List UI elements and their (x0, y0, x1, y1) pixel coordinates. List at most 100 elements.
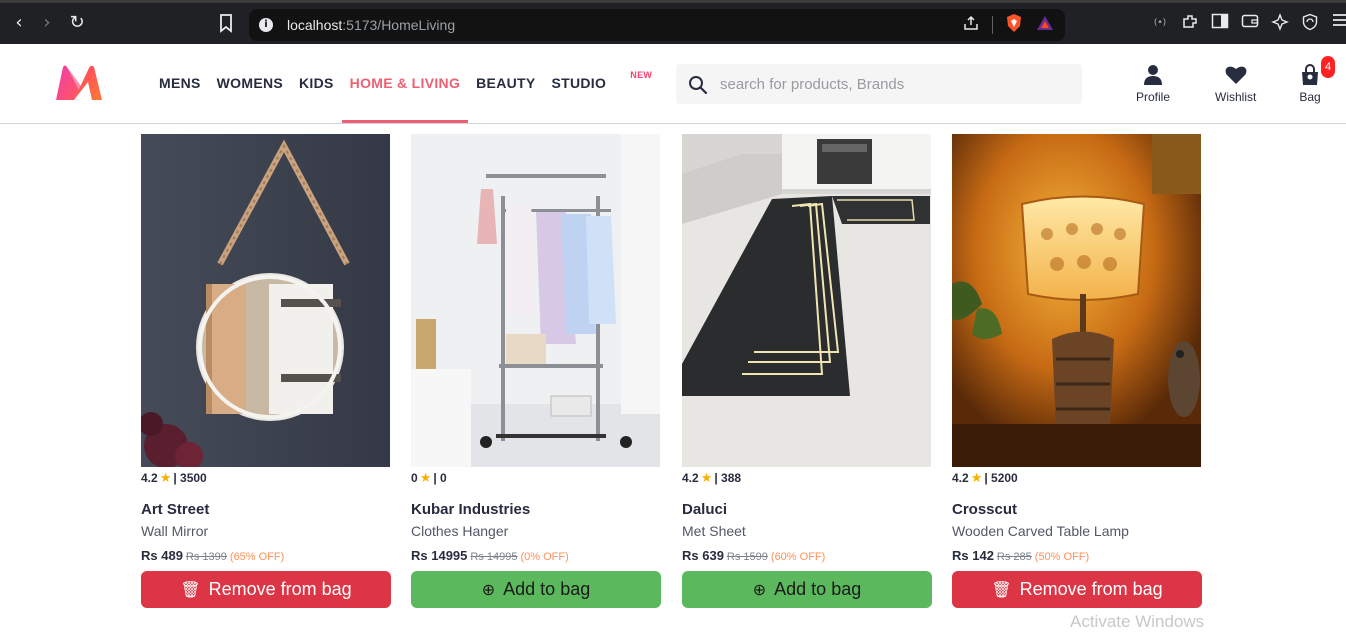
leo-ai-icon[interactable] (1270, 13, 1290, 33)
original-price: Rs 14995 (470, 551, 518, 563)
new-badge: NEW (630, 70, 653, 80)
nav-home-living[interactable]: HOME & LIVING (341, 44, 469, 123)
trash-icon: 🗑 (180, 580, 201, 599)
review-count: | 0 (433, 471, 447, 485)
button-label: Add to bag (774, 579, 862, 599)
product-image-table-lamp[interactable] (952, 134, 1201, 467)
search-input[interactable] (720, 64, 1070, 104)
search-icon[interactable] (688, 75, 708, 95)
bag-button[interactable]: Bag 4 (1299, 56, 1335, 104)
wallet-icon[interactable] (1240, 13, 1260, 33)
review-count: | 3500 (173, 471, 207, 485)
rating-value: 4.2 (682, 471, 699, 485)
product-brand: Kubar Industries (411, 501, 531, 518)
browser-toolbar: ‹ › ↻ i localhost:5173/HomeLiving (•) (0, 0, 1346, 44)
url-text[interactable]: localhost:5173/HomeLiving (287, 17, 455, 33)
product-image-wall-mirror[interactable] (141, 134, 390, 467)
current-price: Rs 14995 (411, 548, 468, 563)
product-type: Clothes Hanger (411, 523, 509, 539)
remove-from-bag-button[interactable]: 🗑 Remove from bag (141, 571, 391, 608)
reload-button[interactable]: ↻ (66, 12, 88, 34)
bag-count-badge: 4 (1321, 56, 1335, 78)
review-count: | 5200 (984, 471, 1018, 485)
search-bar (676, 64, 1082, 104)
star-icon: ★ (419, 471, 432, 486)
nav-kids[interactable]: KIDS (291, 44, 342, 123)
windows-activation-watermark: Activate Windows (1070, 612, 1205, 631)
bag-label: Bag (1299, 90, 1321, 104)
product-type: Met Sheet (682, 523, 746, 539)
discount: (50% OFF) (1034, 551, 1090, 563)
original-price: Rs 1399 (185, 551, 227, 563)
price-row: Rs 639 Rs 1599 (60% OFF) (682, 548, 825, 563)
plus-circle-icon: ⊕ (752, 580, 767, 599)
back-button[interactable]: ‹ (8, 12, 30, 34)
star-icon: ★ (970, 471, 983, 486)
url-path: :5173/HomeLiving (342, 17, 456, 33)
add-to-bag-button[interactable]: ⊕ Add to bag (411, 571, 661, 608)
button-label: Add to bag (503, 579, 591, 599)
rating: 4.2 ★ | 388 (682, 471, 741, 486)
bag-icon (1302, 64, 1318, 85)
button-label: Remove from bag (208, 579, 352, 599)
product-brand: Daluci (682, 501, 728, 518)
user-icon (1144, 65, 1162, 85)
current-price: Rs 142 (952, 548, 994, 563)
price-row: Rs 14995 Rs 14995 (0% OFF) (411, 548, 569, 563)
original-price: Rs 1599 (726, 551, 768, 563)
product-brand: Art Street (141, 501, 210, 518)
product-type: Wall Mirror (141, 523, 209, 539)
site-header: MENS WOMENS KIDS HOME & LIVING BEAUTY ST… (0, 44, 1346, 124)
nav-mens[interactable]: MENS (159, 44, 209, 123)
plus-circle-icon: ⊕ (481, 580, 496, 599)
address-bar[interactable]: i localhost:5173/HomeLiving (249, 9, 1065, 41)
sidebar-icon[interactable] (1210, 13, 1230, 33)
discount: (0% OFF) (520, 551, 569, 563)
rating: 4.2 ★ | 3500 (141, 471, 207, 486)
wishlist-label: Wishlist (1215, 90, 1257, 104)
divider (992, 16, 993, 34)
discount: (60% OFF) (770, 551, 826, 563)
product-brand: Crosscut (952, 501, 1018, 518)
product-image-clothes-hanger[interactable] (411, 134, 660, 467)
discount: (65% OFF) (229, 551, 285, 563)
product-type: Wooden Carved Table Lamp (952, 523, 1129, 539)
myntra-logo[interactable] (54, 64, 104, 102)
rating-value: 4.2 (952, 471, 969, 485)
url-host: localhost (287, 17, 343, 33)
product-grid: 4.2 ★ | 3500 Art Street Wall Mirror Rs 489… (141, 134, 1203, 624)
nav-studio[interactable]: STUDIO NEW (544, 44, 652, 123)
share-icon[interactable] (962, 14, 980, 37)
brave-rewards-icon[interactable] (1035, 14, 1055, 37)
site-info-icon[interactable]: i (259, 18, 273, 32)
product-image-mat[interactable] (682, 134, 931, 467)
vpn-icon[interactable] (1300, 13, 1320, 33)
extensions-icon[interactable] (1180, 13, 1200, 33)
media-icon[interactable]: (•) (1150, 13, 1170, 33)
add-to-bag-button[interactable]: ⊕ Add to bag (682, 571, 932, 608)
nav-studio-label: STUDIO (551, 75, 607, 91)
price-row: Rs 489 Rs 1399 (65% OFF) (141, 548, 284, 563)
rating: 0 ★ | 0 (411, 471, 447, 486)
brave-shield-icon[interactable] (1005, 13, 1023, 38)
menu-icon[interactable] (1330, 13, 1346, 33)
star-icon: ★ (700, 471, 713, 486)
button-label: Remove from bag (1019, 579, 1163, 599)
main-nav: MENS WOMENS KIDS HOME & LIVING BEAUTY ST… (159, 44, 652, 124)
profile-label: Profile (1136, 90, 1171, 104)
forward-button[interactable]: › (36, 12, 58, 34)
remove-from-bag-button[interactable]: 🗑 Remove from bag (952, 571, 1202, 608)
current-price: Rs 489 (141, 548, 183, 563)
profile-button[interactable]: Profile (1136, 64, 1170, 104)
trash-icon: 🗑 (991, 580, 1012, 599)
original-price: Rs 285 (996, 551, 1032, 563)
nav-beauty[interactable]: BEAUTY (468, 44, 543, 123)
star-icon: ★ (159, 471, 172, 486)
rating: 4.2 ★ | 5200 (952, 471, 1018, 486)
nav-womens[interactable]: WOMENS (209, 44, 291, 123)
bookmark-icon[interactable] (216, 12, 236, 34)
wishlist-button[interactable]: Wishlist (1215, 64, 1256, 104)
current-price: Rs 639 (682, 548, 724, 563)
rating-value: 0 (411, 471, 418, 485)
heart-icon (1225, 66, 1247, 84)
